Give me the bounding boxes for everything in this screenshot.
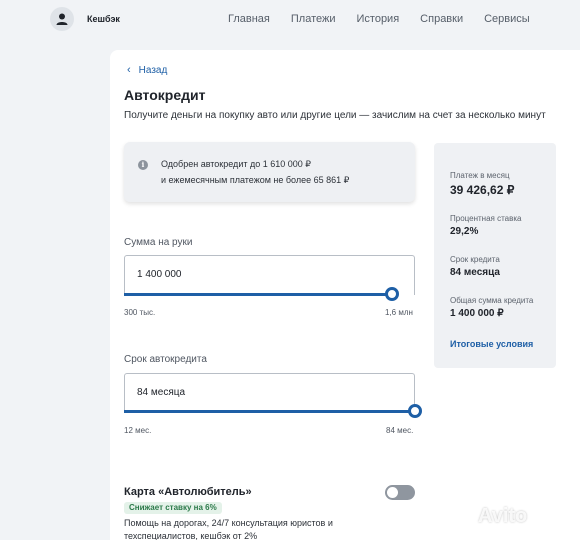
payment-label: Платеж в месяц — [450, 171, 510, 180]
back-label: Назад — [138, 64, 168, 76]
amount-slider-track[interactable] — [124, 293, 392, 296]
amount-input[interactable]: 1 400 000 — [124, 255, 415, 295]
amount-value: 1 400 000 — [137, 269, 182, 280]
card-offer-toggle[interactable] — [385, 485, 415, 500]
page-title: Автокредит — [124, 87, 206, 103]
amount-slider-handle[interactable] — [385, 287, 399, 301]
term-max-label: 84 мес. — [386, 426, 414, 435]
total-value: 1 400 000 ₽ — [450, 308, 504, 319]
card-offer-title: Карта «Автолюбитель» — [124, 486, 252, 498]
approval-line-1: Одобрен автокредит до 1 610 000 ₽ — [161, 159, 311, 169]
term-slider-handle[interactable] — [408, 404, 422, 418]
info-icon: i — [138, 160, 148, 170]
term-summary-label: Срок кредита — [450, 255, 500, 264]
nav-item-home[interactable]: Главная — [228, 13, 270, 25]
payment-value: 39 426,62 ₽ — [450, 183, 515, 197]
toggle-knob — [387, 487, 398, 498]
amount-max-label: 1,6 млн — [385, 308, 413, 317]
rate-discount-badge: Снижает ставку на 6% — [124, 502, 222, 514]
term-value: 84 месяца — [137, 387, 186, 398]
term-min-label: 12 мес. — [124, 426, 152, 435]
amount-label: Сумма на руки — [124, 237, 193, 248]
main-nav: Главная Платежи История Справки Сервисы — [228, 13, 551, 25]
approval-line-2: и ежемесячным платежом не более 65 861 ₽ — [161, 175, 350, 185]
card-offer-description: Помощь на дорогах, 24/7 консультация юри… — [124, 518, 333, 540]
term-label: Срок автокредита — [124, 354, 207, 365]
approval-banner: i Одобрен автокредит до 1 610 000 ₽ и еж… — [124, 142, 415, 202]
chevron-left-icon: ‹ — [127, 64, 131, 76]
term-input[interactable]: 84 месяца — [124, 373, 415, 413]
user-icon — [56, 13, 68, 25]
top-bar: Кешбэк Главная Платежи История Справки С… — [0, 0, 580, 40]
cashback-link[interactable]: Кешбэк — [87, 14, 120, 24]
nav-item-certificates[interactable]: Справки — [420, 13, 463, 25]
nav-item-payments[interactable]: Платежи — [291, 13, 336, 25]
term-summary-value: 84 месяца — [450, 267, 500, 278]
rate-label: Процентная ставка — [450, 214, 522, 223]
nav-item-services[interactable]: Сервисы — [484, 13, 530, 25]
final-terms-link[interactable]: Итоговые условия — [450, 339, 533, 349]
rate-value: 29,2% — [450, 226, 479, 237]
total-label: Общая сумма кредита — [450, 296, 534, 305]
term-slider-track[interactable] — [124, 410, 415, 413]
amount-min-label: 300 тыс. — [124, 308, 156, 317]
page-subtitle: Получите деньги на покупку авто или друг… — [124, 110, 546, 121]
avatar[interactable] — [50, 7, 74, 31]
summary-panel: Платеж в месяц 39 426,62 ₽ Процентная ст… — [434, 143, 556, 368]
nav-item-history[interactable]: История — [357, 13, 400, 25]
back-link[interactable]: ‹ Назад — [127, 64, 167, 76]
avito-watermark: Avito — [478, 505, 528, 527]
